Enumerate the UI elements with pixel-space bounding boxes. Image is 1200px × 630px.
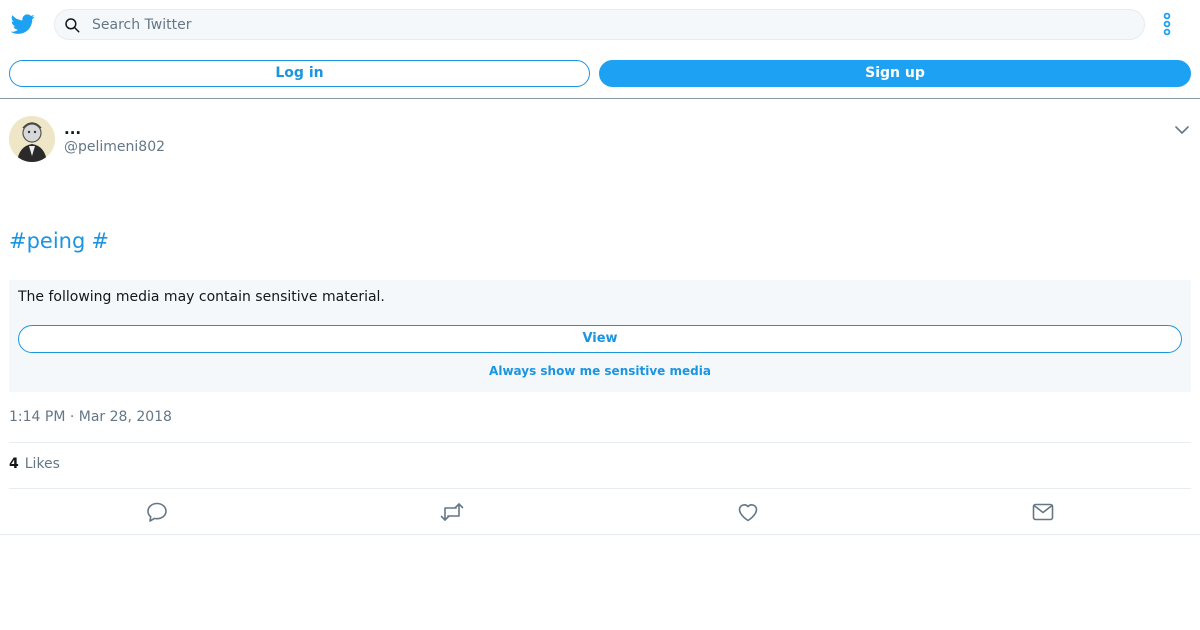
likes-label: Likes [24,456,60,472]
always-show-sensitive-link[interactable]: Always show me sensitive media [9,364,1191,378]
search-bar[interactable] [54,9,1145,40]
like-icon[interactable] [736,500,760,524]
view-button[interactable]: View [18,325,1182,353]
top-bar [0,0,1200,48]
divider [0,534,1200,535]
tweet-timestamp[interactable]: 1:14 PM · Mar 28, 2018 [9,409,172,425]
reply-icon[interactable] [145,500,169,524]
search-icon [65,18,80,33]
divider [9,442,1191,443]
tweet-text: #peing # [9,229,115,253]
login-button[interactable]: Log in [9,60,590,87]
hashtag-link[interactable]: # [91,229,109,253]
signup-button[interactable]: Sign up [599,60,1191,87]
user-handle[interactable]: @pelimeni802 [64,139,165,155]
search-input[interactable] [92,10,1132,39]
sensitive-message: The following media may contain sensitiv… [18,289,385,305]
chevron-down-icon[interactable] [1173,121,1191,139]
likes-stat[interactable]: 4 Likes [9,456,60,472]
avatar-image [9,116,55,162]
sensitive-media-warning: The following media may contain sensitiv… [9,280,1191,392]
direct-message-icon[interactable] [1031,500,1055,524]
display-name[interactable]: ... [64,120,81,138]
header-divider [0,98,1200,99]
retweet-icon[interactable] [440,500,464,524]
avatar[interactable] [9,116,55,162]
likes-count: 4 [9,456,19,472]
more-vertical-icon[interactable] [1158,11,1176,37]
divider [9,488,1191,489]
twitter-bird-icon[interactable] [10,12,36,36]
hashtag-link[interactable]: #peing [9,229,85,253]
